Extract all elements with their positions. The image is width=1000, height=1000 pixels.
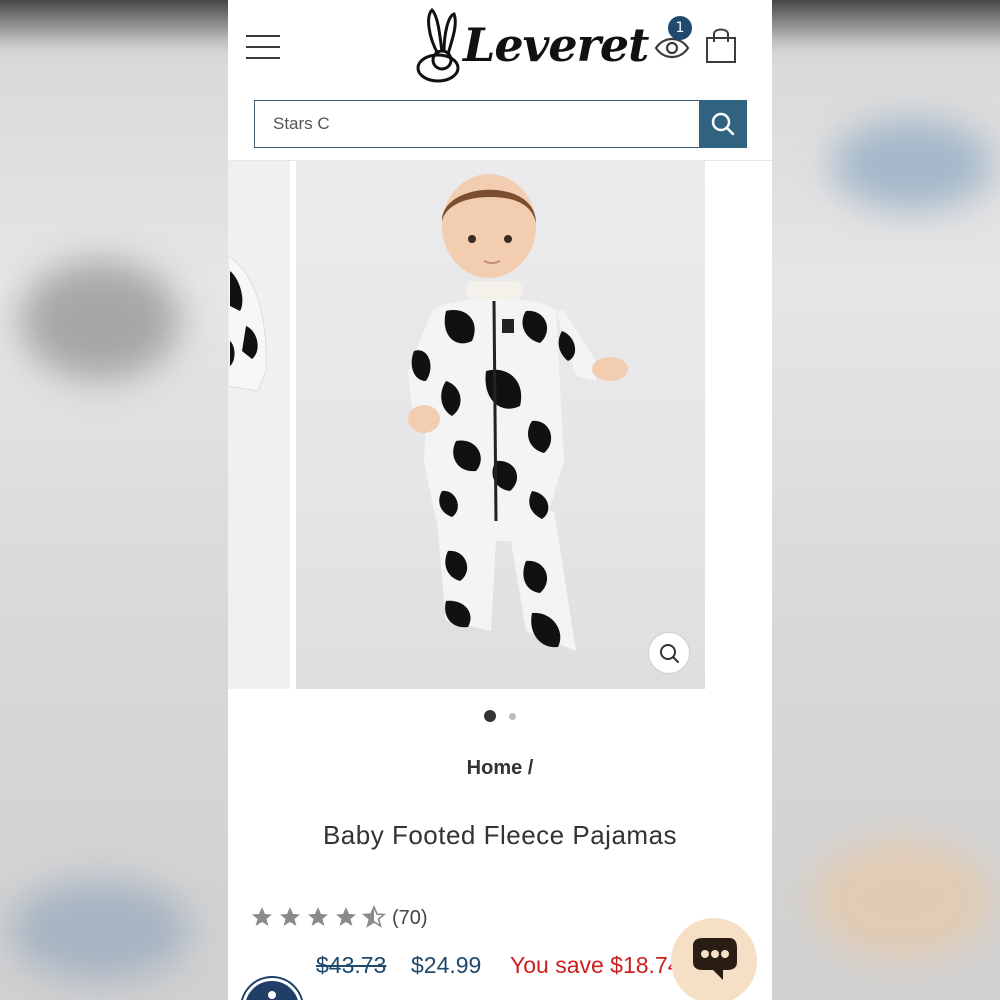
chat-icon: [693, 938, 737, 980]
rabbit-logo-icon: [416, 7, 460, 83]
breadcrumb-home-link[interactable]: Home /: [467, 757, 534, 779]
cow-pajama-sleeve-image: [228, 161, 290, 689]
search-icon: [711, 112, 735, 136]
accessibility-button[interactable]: [242, 978, 302, 1000]
accessibility-icon: [268, 991, 276, 999]
product-rating[interactable]: (70): [250, 903, 550, 933]
gallery-pagination: [484, 710, 524, 722]
blurred-backdrop-right: [772, 0, 1000, 1000]
search-bar: Stars C: [254, 100, 747, 148]
breadcrumb: Home /: [228, 757, 772, 780]
star-icon: [252, 907, 272, 926]
zoom-button[interactable]: [648, 632, 690, 674]
product-title: Baby Footed Fleece Pajamas: [322, 820, 678, 850]
gallery-slide-previous[interactable]: [228, 161, 290, 689]
star-icon: [336, 907, 356, 926]
zoom-icon: [660, 644, 679, 663]
baby-cow-pajamas-photo: [408, 174, 628, 651]
review-count[interactable]: (70): [392, 907, 428, 930]
star-icon: [280, 907, 300, 926]
star-half-icon: [362, 905, 386, 928]
site-logo[interactable]: Leveret: [408, 6, 649, 86]
search-input[interactable]: Stars C: [254, 100, 700, 148]
watch-count-badge: 1: [668, 16, 692, 40]
savings-text: You save $18.74: [510, 952, 681, 978]
chat-button[interactable]: [671, 918, 757, 1000]
phone-screen: Leveret 1 Stars C Home / Baby Footed Fle…: [228, 0, 772, 1000]
menu-icon[interactable]: [246, 33, 280, 61]
site-header: Leveret 1: [228, 0, 772, 95]
gallery-dot-2[interactable]: [509, 713, 516, 720]
sale-price: $24.99: [411, 952, 482, 978]
gallery-dot-1[interactable]: [484, 710, 496, 722]
shopping-bag-icon[interactable]: [704, 26, 738, 64]
search-button[interactable]: [699, 100, 747, 148]
blurred-backdrop-left: [0, 0, 228, 1000]
original-price: $43.73: [316, 952, 387, 978]
gallery-slide-main[interactable]: [296, 161, 705, 689]
product-image-gallery[interactable]: [228, 161, 772, 691]
logo-text: Leveret: [463, 18, 649, 72]
star-icon: [308, 907, 328, 926]
